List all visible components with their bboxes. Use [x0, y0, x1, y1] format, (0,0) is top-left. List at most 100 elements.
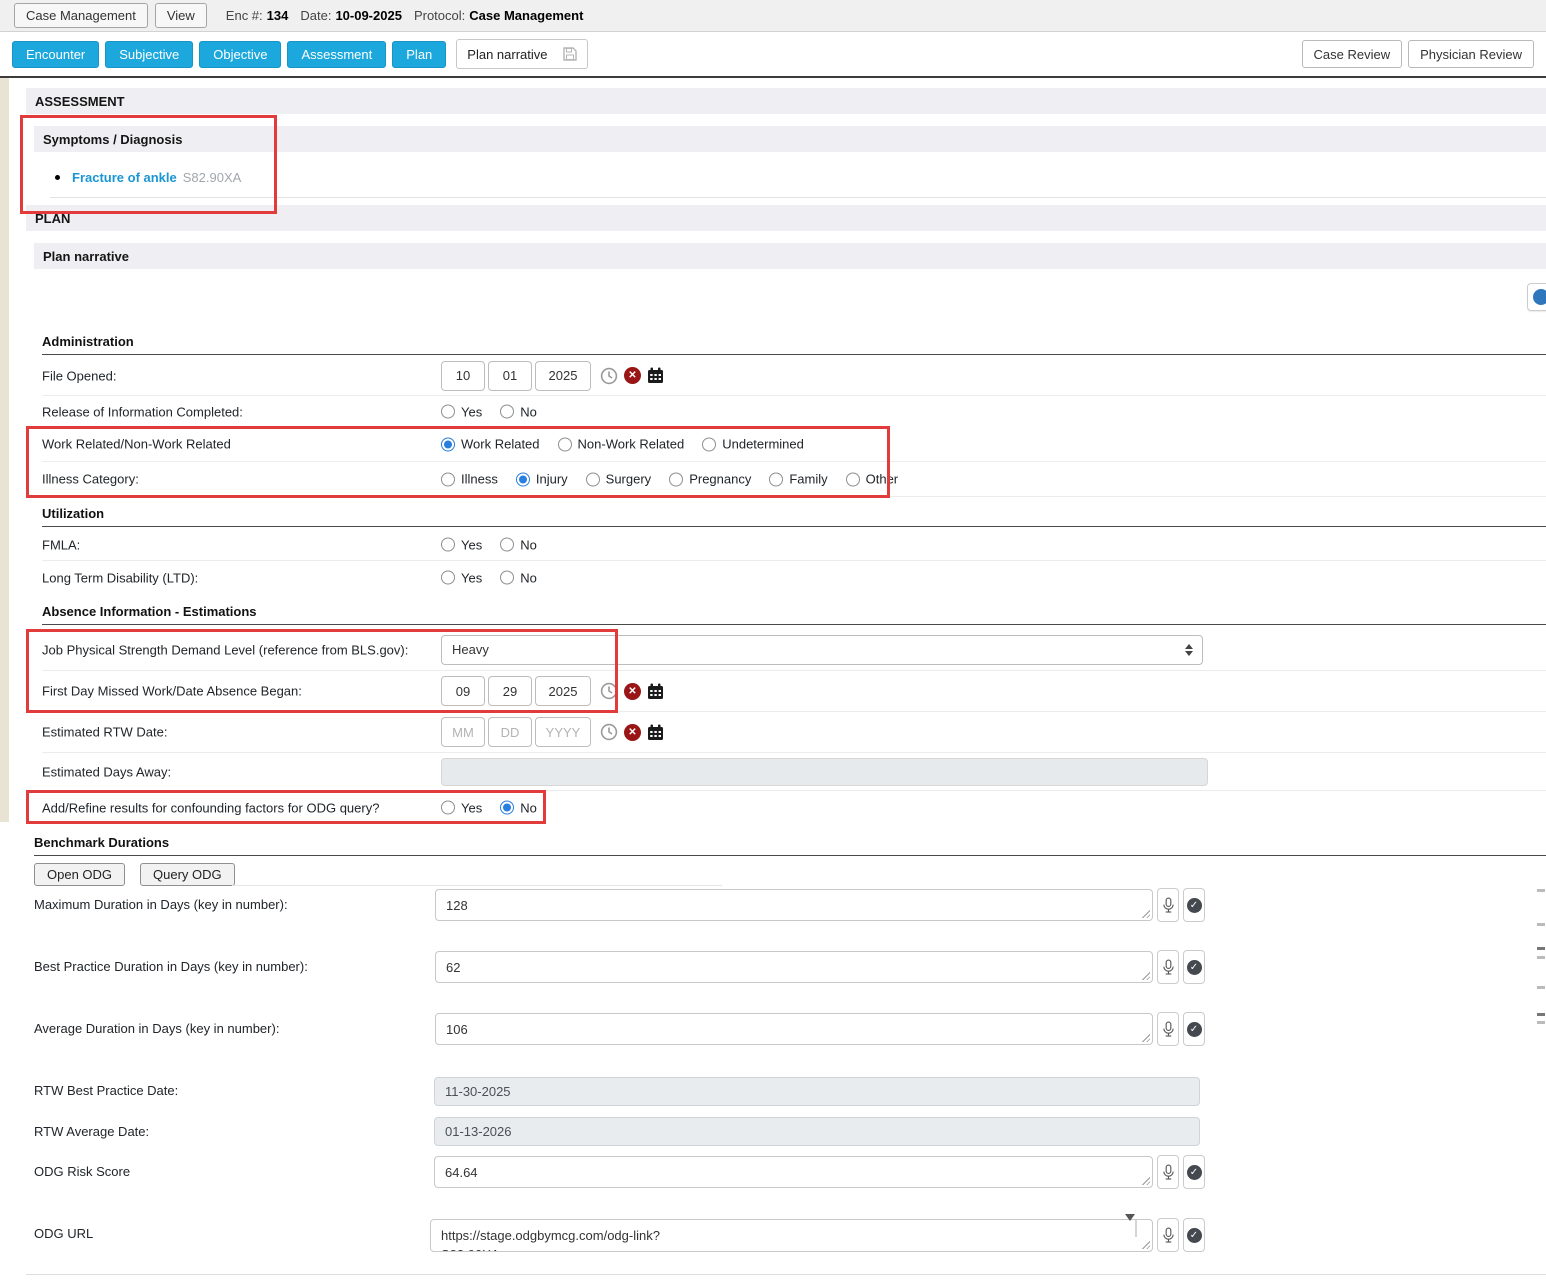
file-opened-month-input[interactable] — [441, 361, 485, 391]
avg-duration-textarea[interactable]: 106 — [435, 1013, 1153, 1045]
tab-objective[interactable]: Objective — [199, 41, 281, 68]
confirm-button[interactable]: ✓ — [1183, 1218, 1205, 1252]
first-day-year-input[interactable] — [535, 676, 591, 706]
file-opened-day-input[interactable] — [488, 361, 532, 391]
pregnancy-option[interactable]: Pregnancy — [669, 472, 751, 487]
textarea-scrollbar[interactable] — [1125, 1221, 1137, 1248]
rtw-day-input[interactable] — [488, 717, 532, 747]
calendar-icon[interactable] — [647, 724, 664, 741]
job-demand-row: Job Physical Strength Demand Level (refe… — [42, 629, 1546, 671]
radio-checked-icon[interactable] — [500, 801, 514, 815]
clear-date-icon[interactable]: ✕ — [624, 683, 641, 700]
option-label: Non-Work Related — [578, 437, 685, 452]
query-odg-button[interactable]: Query ODG — [140, 863, 235, 886]
mic-icon — [1162, 959, 1175, 976]
mic-button[interactable] — [1157, 950, 1179, 984]
mic-icon — [1162, 1164, 1175, 1181]
calendar-icon[interactable] — [647, 683, 664, 700]
radio-checked-icon[interactable] — [516, 472, 530, 486]
calendar-icon[interactable] — [647, 367, 664, 384]
clock-icon[interactable] — [600, 367, 618, 385]
fmla-no-option[interactable]: No — [500, 537, 537, 552]
illness-option[interactable]: Illness — [441, 472, 498, 487]
radio-icon[interactable] — [441, 472, 455, 486]
rtw-month-input[interactable] — [441, 717, 485, 747]
radio-icon[interactable] — [702, 437, 716, 451]
physician-review-button[interactable]: Physician Review — [1408, 40, 1534, 68]
case-management-button[interactable]: Case Management — [14, 3, 148, 28]
work-related-option[interactable]: Work Related — [441, 437, 540, 452]
view-button[interactable]: View — [155, 3, 207, 28]
radio-checked-icon[interactable] — [441, 437, 455, 451]
radio-icon[interactable] — [441, 801, 455, 815]
radio-icon[interactable] — [586, 472, 600, 486]
odg-risk-textarea[interactable]: 64.64 — [434, 1156, 1153, 1188]
radio-icon[interactable] — [441, 538, 455, 552]
tab-subjective[interactable]: Subjective — [105, 41, 193, 68]
case-management-page: Case Management View Enc #:134 Date:10-0… — [0, 0, 1546, 1284]
utilization-title: Utilization — [42, 506, 104, 521]
confirm-button[interactable]: ✓ — [1183, 888, 1205, 922]
release-no-option[interactable]: No — [500, 404, 537, 419]
top-bar: Case Management View Enc #:134 Date:10-0… — [0, 0, 1546, 32]
radio-icon[interactable] — [500, 571, 514, 585]
ltd-no-option[interactable]: No — [500, 570, 537, 585]
ltd-yes-option[interactable]: Yes — [441, 570, 482, 585]
first-day-day-input[interactable] — [488, 676, 532, 706]
radio-icon[interactable] — [441, 571, 455, 585]
radio-icon[interactable] — [769, 472, 783, 486]
clear-date-icon[interactable]: ✕ — [624, 724, 641, 741]
clear-date-icon[interactable]: ✕ — [624, 367, 641, 384]
date-value: 10-09-2025 — [335, 8, 402, 23]
confirm-button[interactable]: ✓ — [1183, 1012, 1205, 1046]
rtw-best-date-field: 11-30-2025 — [434, 1077, 1200, 1106]
radio-icon[interactable] — [441, 405, 455, 419]
first-day-missed-row: First Day Missed Work/Date Absence Began… — [42, 671, 1546, 712]
case-review-button[interactable]: Case Review — [1302, 40, 1403, 68]
max-duration-textarea[interactable]: 128 — [435, 889, 1153, 921]
family-option[interactable]: Family — [769, 472, 827, 487]
mic-button[interactable] — [1157, 1218, 1179, 1252]
confound-yes-option[interactable]: Yes — [441, 800, 482, 815]
surgery-option[interactable]: Surgery — [586, 472, 652, 487]
confirm-button[interactable]: ✓ — [1183, 1155, 1205, 1189]
open-odg-button[interactable]: Open ODG — [34, 863, 125, 886]
mic-button[interactable] — [1157, 1012, 1179, 1046]
tab-encounter[interactable]: Encounter — [12, 41, 99, 68]
fmla-yes-option[interactable]: Yes — [441, 537, 482, 552]
odg-url-textarea[interactable]: https://stage.odgbymcg.com/odg-link? S82… — [430, 1219, 1153, 1252]
job-demand-select[interactable]: Heavy — [441, 635, 1203, 665]
best-duration-textarea[interactable]: 62 — [435, 951, 1153, 983]
administration-title: Administration — [42, 334, 134, 349]
radio-icon[interactable] — [558, 437, 572, 451]
first-day-month-input[interactable] — [441, 676, 485, 706]
scroll-down-icon[interactable] — [1125, 1214, 1135, 1236]
plan-narrative-button[interactable]: Plan narrative — [456, 39, 587, 69]
radio-icon[interactable] — [500, 538, 514, 552]
odg-url-label: ODG URL — [34, 1226, 93, 1241]
radio-icon[interactable] — [846, 472, 860, 486]
confirm-button[interactable]: ✓ — [1183, 950, 1205, 984]
tab-plan[interactable]: Plan — [392, 41, 446, 68]
check-icon: ✓ — [1187, 1165, 1202, 1180]
clipped-side-button[interactable] — [1527, 283, 1546, 311]
radio-icon[interactable] — [669, 472, 683, 486]
radio-icon[interactable] — [500, 405, 514, 419]
other-option[interactable]: Other — [846, 472, 899, 487]
release-yes-option[interactable]: Yes — [441, 404, 482, 419]
mic-button[interactable] — [1157, 888, 1179, 922]
undetermined-option[interactable]: Undetermined — [702, 437, 804, 452]
diagnosis-link[interactable]: Fracture of ankle — [72, 170, 177, 185]
clock-icon[interactable] — [600, 682, 618, 700]
plan-narrative-title: Plan narrative — [43, 249, 129, 264]
file-opened-year-input[interactable] — [535, 361, 591, 391]
rtw-year-input[interactable] — [535, 717, 591, 747]
plan-narrative-label: Plan narrative — [467, 47, 547, 62]
injury-option[interactable]: Injury — [516, 472, 568, 487]
confound-no-option[interactable]: No — [500, 800, 537, 815]
non-work-related-option[interactable]: Non-Work Related — [558, 437, 685, 452]
clock-icon[interactable] — [600, 723, 618, 741]
mic-button[interactable] — [1157, 1155, 1179, 1189]
tab-assessment[interactable]: Assessment — [287, 41, 386, 68]
estimated-days-away-label: Estimated Days Away: — [42, 764, 171, 779]
